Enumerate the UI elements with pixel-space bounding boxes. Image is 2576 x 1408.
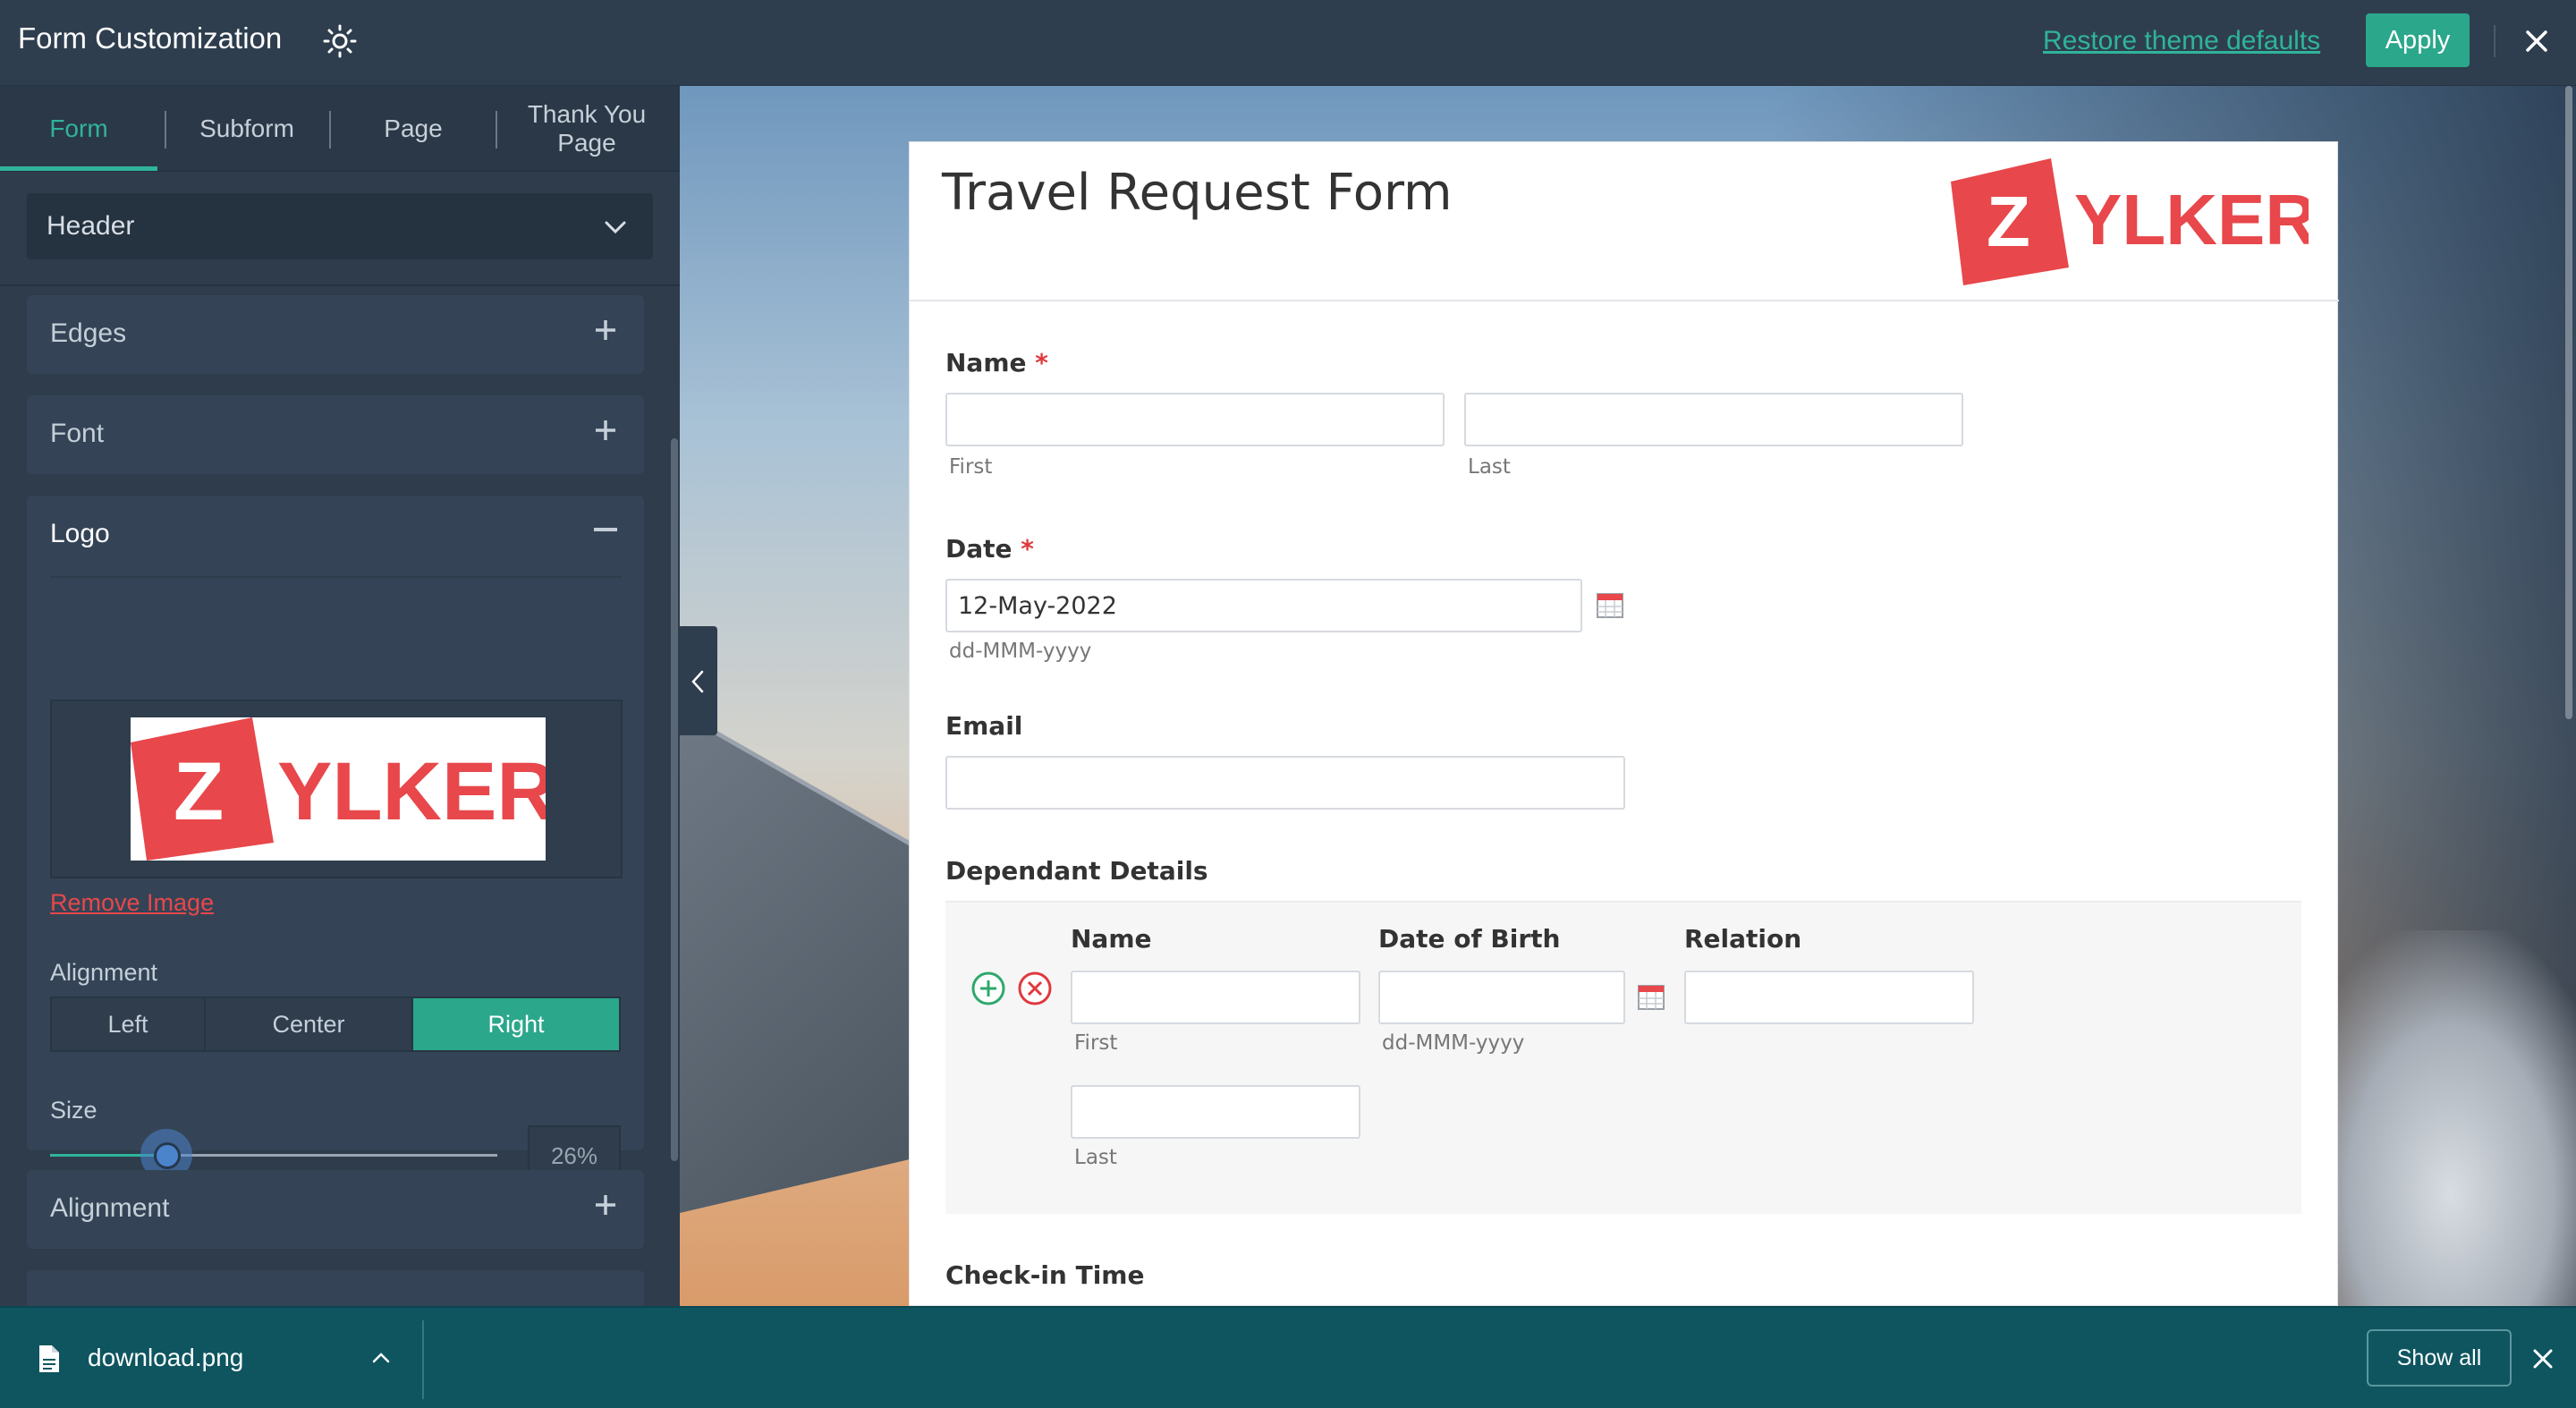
close-icon[interactable] <box>2521 25 2553 57</box>
dep-first-name-input[interactable] <box>1071 971 1360 1024</box>
divider <box>0 284 680 286</box>
align-right-button[interactable]: Right <box>413 998 619 1050</box>
dep-last-name-input[interactable] <box>1071 1085 1360 1139</box>
alignment-segmented-control: Left Center Right <box>50 997 621 1052</box>
logo-panel: Logo Z YLKER Remove Image Alignment Left… <box>27 496 644 1186</box>
date-field-label: Date * <box>945 534 1034 564</box>
plus-icon <box>596 420 615 440</box>
alignment-panel[interactable]: Alignment <box>27 1170 644 1249</box>
calendar-icon[interactable] <box>1597 591 1623 618</box>
add-row-icon[interactable] <box>970 971 1006 1006</box>
required-mark: * <box>1021 534 1034 564</box>
svg-text:Z: Z <box>174 746 224 837</box>
edges-panel[interactable]: Edges <box>27 295 644 374</box>
download-bar: download.png Show all <box>0 1306 2576 1408</box>
chevron-left-icon <box>691 670 704 693</box>
last-name-input[interactable] <box>1464 393 1963 446</box>
name-field-label: Name * <box>945 348 1048 377</box>
plus-icon <box>596 1195 615 1215</box>
section-select[interactable]: Header <box>27 193 653 259</box>
panel-title: Edges <box>50 318 127 348</box>
collapse-sidebar-button[interactable] <box>680 626 717 735</box>
sidebar-scrollbar[interactable] <box>671 438 678 1161</box>
restore-defaults-link[interactable]: Restore theme defaults <box>2043 26 2320 56</box>
sidebar-tabs: Form Subform Page Thank You Page <box>0 86 680 172</box>
dep-dob-column: Date of Birth <box>1378 924 1561 954</box>
label-text: Name <box>945 348 1027 377</box>
dep-first-hint: First <box>1074 1031 1118 1055</box>
dep-dob-input[interactable] <box>1378 971 1625 1024</box>
chevron-down-icon <box>605 221 626 234</box>
divider <box>2494 25 2496 57</box>
dep-relation-input[interactable] <box>1684 971 1974 1024</box>
font-panel[interactable]: Font <box>27 395 644 474</box>
remove-image-link[interactable]: Remove Image <box>50 889 214 917</box>
dependant-subform: Name Date of Birth Relation First dd-MMM… <box>945 901 2301 1214</box>
dep-name-column: Name <box>1071 924 1152 954</box>
tab-subform[interactable]: Subform <box>166 86 327 172</box>
size-slider[interactable] <box>50 1129 497 1181</box>
file-icon <box>39 1345 59 1372</box>
logo-image: Z YLKER <box>131 717 546 861</box>
remove-row-icon[interactable] <box>1017 971 1053 1006</box>
first-name-hint: First <box>949 455 993 479</box>
panel-title[interactable]: Logo <box>50 519 110 549</box>
tab-divider <box>496 111 497 148</box>
active-tab-indicator <box>0 166 157 171</box>
dep-last-hint: Last <box>1074 1146 1117 1169</box>
zylker-logo-icon: Z YLKER <box>131 717 546 861</box>
dep-relation-column: Relation <box>1684 924 1802 954</box>
tab-thank-you-page[interactable]: Thank You Page <box>501 86 673 172</box>
align-left-button[interactable]: Left <box>52 998 206 1050</box>
canvas-scrollbar[interactable] <box>2565 86 2572 719</box>
plus-icon <box>596 320 615 340</box>
calendar-icon[interactable] <box>1638 983 1665 1010</box>
svg-text:YLKER: YLKER <box>277 746 546 837</box>
title-bar: Form Customization Restore theme default… <box>0 0 2576 86</box>
logo-preview: Z YLKER <box>50 700 623 878</box>
apply-button[interactable]: Apply <box>2366 13 2470 67</box>
form-card: Travel Request Form Z YLKER Name * First… <box>909 141 2339 1306</box>
brightness-icon[interactable] <box>322 23 358 59</box>
tab-form[interactable]: Form <box>0 86 157 172</box>
divider <box>422 1320 424 1399</box>
app-title: Form Customization <box>18 21 283 55</box>
panel-title: Font <box>50 419 105 448</box>
form-header: Travel Request Form Z YLKER <box>910 142 2339 301</box>
show-all-button[interactable]: Show all <box>2367 1329 2512 1387</box>
date-format-hint: dd-MMM-yyyy <box>949 640 1092 663</box>
label-text: Date <box>945 534 1013 564</box>
panel-title: Alignment <box>50 1193 170 1223</box>
next-panel[interactable] <box>27 1270 644 1306</box>
divider <box>50 576 623 578</box>
chevron-up-icon[interactable] <box>370 1347 392 1369</box>
size-label: Size <box>50 1097 97 1124</box>
alignment-label: Alignment <box>50 959 158 986</box>
svg-text:YLKER: YLKER <box>2074 180 2309 259</box>
dependant-details-label: Dependant Details <box>945 856 1208 886</box>
form-logo-icon: Z YLKER <box>1951 158 2309 285</box>
section-select-value: Header <box>47 211 135 241</box>
minus-icon[interactable] <box>594 528 617 531</box>
email-field-label: Email <box>945 711 1023 741</box>
dep-dob-hint: dd-MMM-yyyy <box>1382 1031 1525 1055</box>
tab-page[interactable]: Page <box>331 86 496 172</box>
form-title: Travel Request Form <box>942 164 1453 222</box>
checkin-time-label: Check-in Time <box>945 1260 1145 1290</box>
required-mark: * <box>1035 348 1048 377</box>
first-name-input[interactable] <box>945 393 1445 446</box>
customization-sidebar: Form Subform Page Thank You Page Header … <box>0 86 680 1306</box>
download-file-name[interactable]: download.png <box>88 1344 243 1372</box>
svg-text:Z: Z <box>1987 182 2030 261</box>
align-center-button[interactable]: Center <box>206 998 413 1050</box>
email-input[interactable] <box>945 756 1625 810</box>
date-input[interactable]: 12-May-2022 <box>945 579 1582 632</box>
close-icon[interactable] <box>2531 1347 2555 1370</box>
last-name-hint: Last <box>1468 455 1511 479</box>
